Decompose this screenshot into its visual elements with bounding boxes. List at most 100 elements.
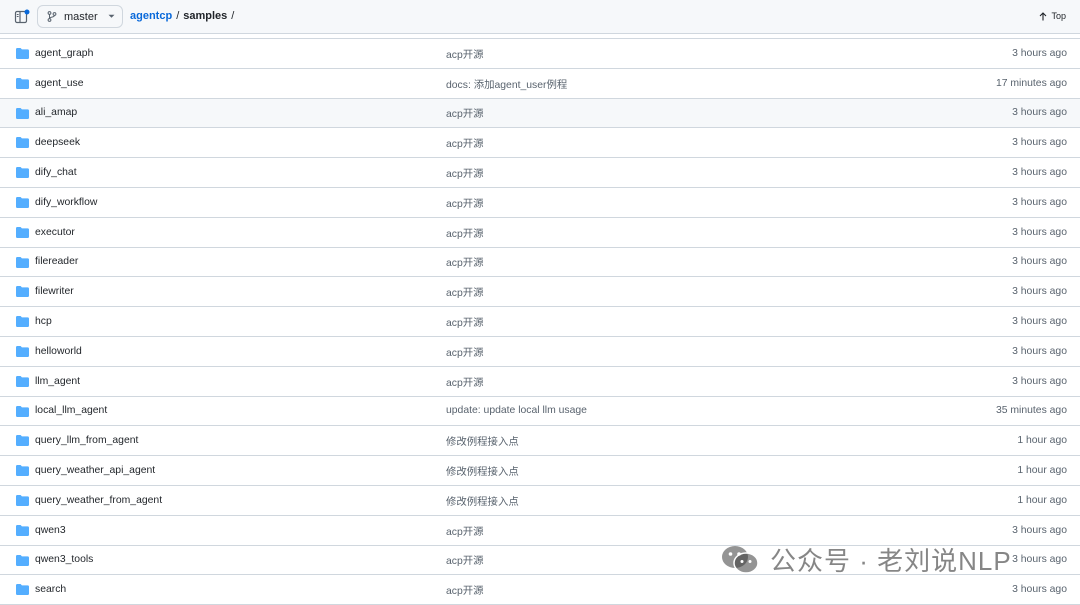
directory-file-list: agent_graph acp开源 3 hours ago agent_use docs… xyxy=(0,38,1080,605)
folder-icon xyxy=(16,584,29,596)
file-row-dify-workflow[interactable]: dify_workflow acp开源 3 hours ago xyxy=(0,188,1080,218)
commit-age: 3 hours ago xyxy=(1012,345,1067,357)
file-row-query-weather-api-agent[interactable]: query_weather_api_agent 修改例程接入点 1 hour ago xyxy=(0,456,1080,486)
file-header-bar: master agentcp / samples / Top xyxy=(0,0,1080,34)
file-row-llm-agent[interactable]: llm_agent acp开源 3 hours ago xyxy=(0,367,1080,397)
commit-age: 3 hours ago xyxy=(1012,316,1067,328)
folder-icon xyxy=(16,375,29,387)
file-row-helloworld[interactable]: helloworld acp开源 3 hours ago xyxy=(0,337,1080,367)
commit-message-link[interactable]: acp开源 xyxy=(446,344,484,359)
file-name-link[interactable]: ali_amap xyxy=(35,107,77,118)
folder-icon xyxy=(16,345,29,357)
folder-icon xyxy=(16,196,29,208)
file-name-link[interactable]: filewriter xyxy=(35,286,74,297)
breadcrumb-separator: / xyxy=(176,10,180,22)
folder-icon xyxy=(16,226,29,238)
folder-icon xyxy=(16,554,29,566)
commit-message-link[interactable]: docs: 添加agent_user例程 xyxy=(446,76,567,91)
commit-message-link[interactable]: acp开源 xyxy=(446,254,484,269)
file-name-link[interactable]: search xyxy=(35,584,66,595)
commit-message-link[interactable]: 修改例程接入点 xyxy=(446,463,519,478)
commit-message-link[interactable]: update: update local llm usage xyxy=(446,405,587,416)
commit-age: 3 hours ago xyxy=(1012,196,1067,208)
file-row-local-llm-agent[interactable]: local_llm_agent update: update local llm … xyxy=(0,397,1080,427)
folder-icon xyxy=(16,286,29,298)
file-row-hcp[interactable]: hcp acp开源 3 hours ago xyxy=(0,307,1080,337)
folder-icon xyxy=(16,137,29,149)
file-row-qwen3-tools[interactable]: qwen3_tools acp开源 3 hours ago xyxy=(0,546,1080,576)
commit-message-link[interactable]: acp开源 xyxy=(446,225,484,240)
commit-message-link[interactable]: acp开源 xyxy=(446,314,484,329)
file-name-link[interactable]: dify_chat xyxy=(35,167,77,178)
commit-message-link[interactable]: acp开源 xyxy=(446,552,484,567)
commit-age: 3 hours ago xyxy=(1012,286,1067,298)
commit-message-link[interactable]: 修改例程接入点 xyxy=(446,493,519,508)
folder-icon xyxy=(16,167,29,179)
file-name-link[interactable]: query_weather_api_agent xyxy=(35,465,155,476)
file-row-agent-use[interactable]: agent_use docs: 添加agent_user例程 17 minutes … xyxy=(0,69,1080,99)
file-name-link[interactable]: dify_workflow xyxy=(35,197,97,208)
file-name-link[interactable]: query_llm_from_agent xyxy=(35,435,138,446)
file-name-link[interactable]: llm_agent xyxy=(35,376,80,387)
file-row-filereader[interactable]: filereader acp开源 3 hours ago xyxy=(0,248,1080,278)
file-name-link[interactable]: executor xyxy=(35,227,75,238)
back-to-top-button[interactable]: Top xyxy=(1039,11,1066,21)
commit-message-link[interactable]: acp开源 xyxy=(446,105,484,120)
commit-age: 3 hours ago xyxy=(1012,226,1067,238)
commit-message-link[interactable]: acp开源 xyxy=(446,46,484,61)
commit-age: 1 hour ago xyxy=(1017,435,1067,447)
breadcrumb: agentcp / samples / xyxy=(130,10,238,22)
file-row-filewriter[interactable]: filewriter acp开源 3 hours ago xyxy=(0,277,1080,308)
commit-age: 1 hour ago xyxy=(1017,465,1067,477)
folder-icon xyxy=(16,465,29,477)
file-row-ali-amap[interactable]: ali_amap acp开源 3 hours ago xyxy=(0,98,1080,129)
file-name-link[interactable]: query_weather_from_agent xyxy=(35,495,162,506)
file-row-executor[interactable]: executor acp开源 3 hours ago xyxy=(0,218,1080,248)
commit-message-link[interactable]: acp开源 xyxy=(446,195,484,210)
file-name-link[interactable]: filereader xyxy=(35,256,78,267)
file-row-qwen3[interactable]: qwen3 acp开源 3 hours ago xyxy=(0,516,1080,546)
file-row-dify-chat[interactable]: dify_chat acp开源 3 hours ago xyxy=(0,158,1080,188)
file-name-link[interactable]: qwen3_tools xyxy=(35,554,93,565)
commit-message-link[interactable]: acp开源 xyxy=(446,374,484,389)
folder-icon xyxy=(16,48,29,59)
commit-message-link[interactable]: acp开源 xyxy=(446,523,484,538)
commit-age: 1 hour ago xyxy=(1017,494,1067,506)
file-name-link[interactable]: local_llm_agent xyxy=(35,405,107,416)
commit-age: 3 hours ago xyxy=(1012,107,1067,119)
file-name-link[interactable]: agent_graph xyxy=(35,48,93,59)
file-name-link[interactable]: hcp xyxy=(35,316,52,327)
commit-age: 3 hours ago xyxy=(1012,375,1067,387)
commit-message-link[interactable]: acp开源 xyxy=(446,135,484,150)
branch-name: master xyxy=(64,10,98,23)
branch-selector-button[interactable]: master xyxy=(37,5,123,28)
commit-age: 3 hours ago xyxy=(1012,524,1067,536)
chevron-down-icon xyxy=(108,14,115,19)
file-row-agent-graph[interactable]: agent_graph acp开源 3 hours ago xyxy=(0,39,1080,69)
commit-message-link[interactable]: 修改例程接入点 xyxy=(446,433,519,448)
commit-age: 35 minutes ago xyxy=(995,405,1067,417)
commit-message-link[interactable]: acp开源 xyxy=(446,284,484,299)
file-row-search[interactable]: search acp开源 3 hours ago xyxy=(0,575,1080,605)
folder-icon xyxy=(16,107,29,119)
file-row-deepseek[interactable]: deepseek acp开源 3 hours ago xyxy=(0,128,1080,159)
folder-icon xyxy=(16,256,29,268)
file-name-link[interactable]: helloworld xyxy=(35,346,82,357)
file-row-query-weather-from-agent[interactable]: query_weather_from_agent 修改例程接入点 1 hour ag… xyxy=(0,486,1080,516)
folder-icon xyxy=(16,77,29,89)
commit-age: 3 hours ago xyxy=(1012,137,1067,149)
commit-age: 3 hours ago xyxy=(1012,584,1067,596)
commit-message-link[interactable]: acp开源 xyxy=(446,165,484,180)
commit-age: 3 hours ago xyxy=(1012,554,1067,566)
folder-icon xyxy=(16,494,29,506)
file-name-link[interactable]: qwen3 xyxy=(35,525,66,536)
breadcrumb-repo-link[interactable]: agentcp xyxy=(130,10,172,22)
folder-icon xyxy=(16,316,29,328)
commit-age: 3 hours ago xyxy=(1012,256,1067,268)
commit-message-link[interactable]: acp开源 xyxy=(446,582,484,597)
file-name-link[interactable]: agent_use xyxy=(35,78,84,89)
file-row-query-llm-from-agent[interactable]: query_llm_from_agent 修改例程接入点 1 hour ago xyxy=(0,426,1080,457)
sidebar-toggle-icon[interactable] xyxy=(14,9,30,25)
file-name-link[interactable]: deepseek xyxy=(35,137,80,148)
git-branch-icon xyxy=(47,11,57,22)
